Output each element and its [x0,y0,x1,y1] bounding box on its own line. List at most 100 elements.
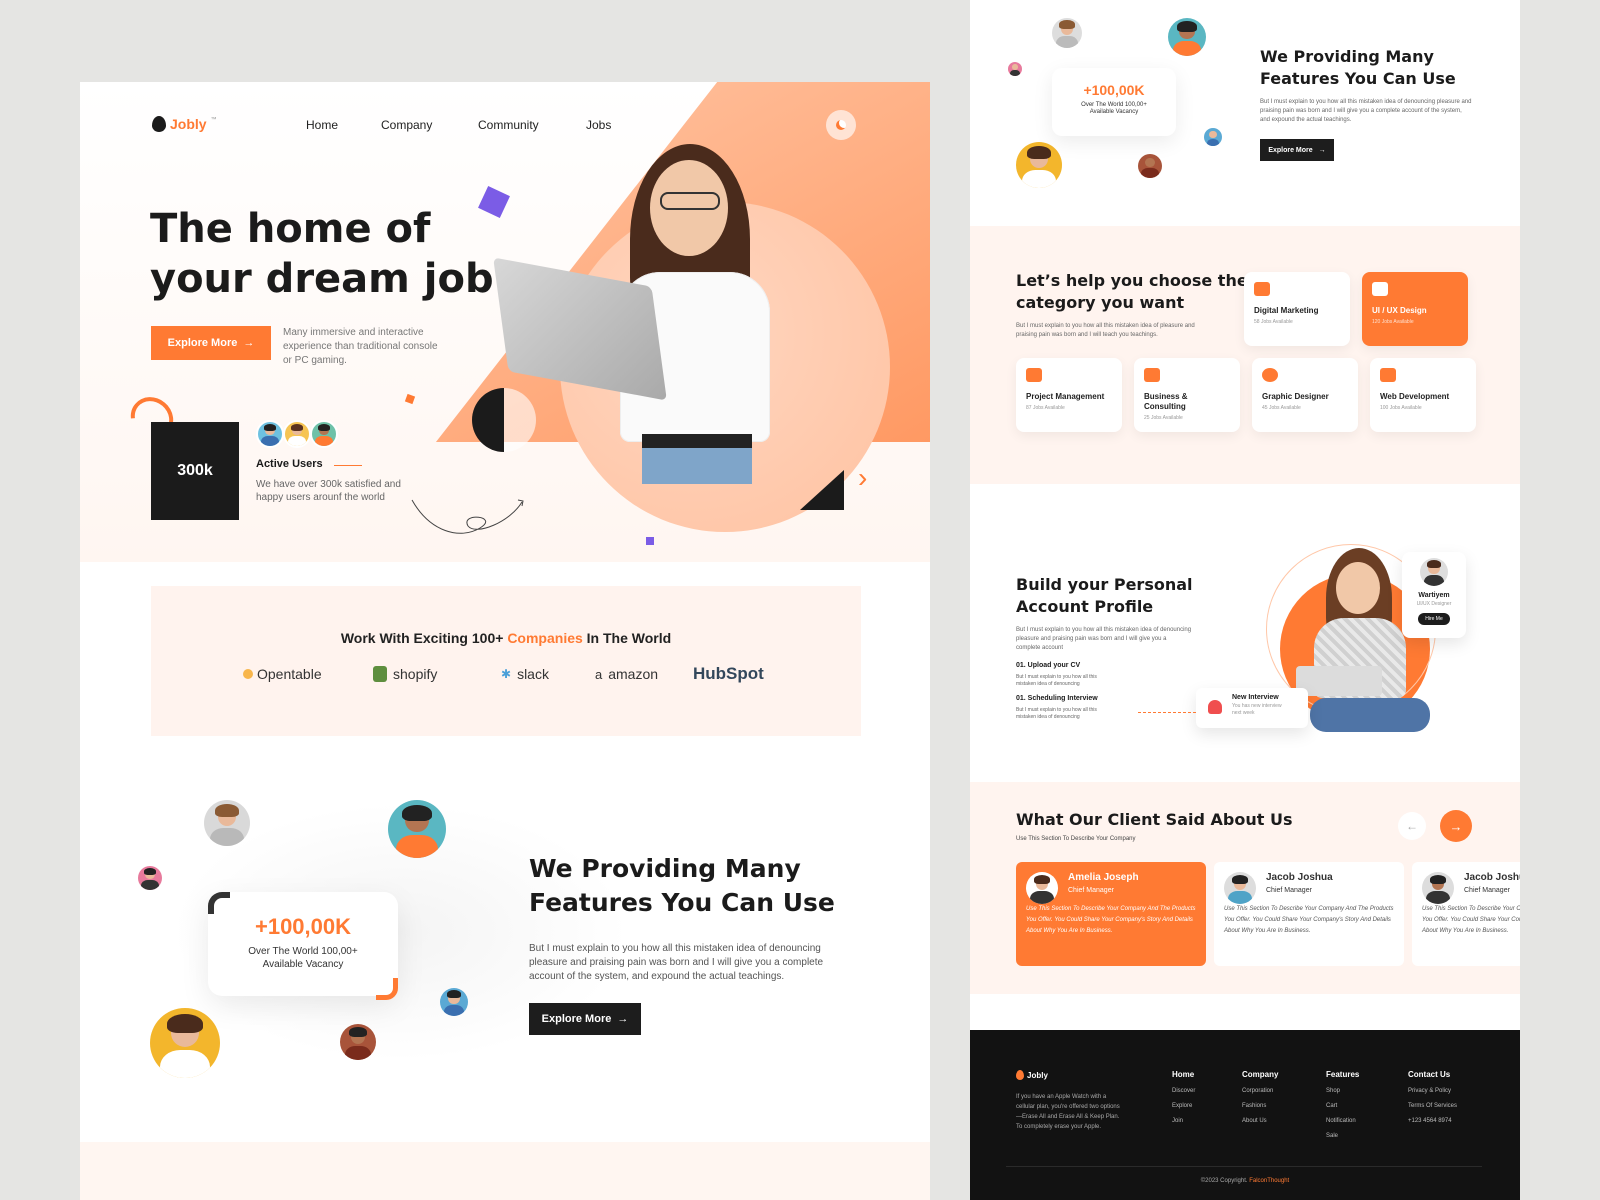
bell-icon [1208,700,1222,714]
r-feature-avatar-2 [1168,18,1206,56]
footer-col-title: Features [1326,1070,1360,1079]
trademark: ™ [210,117,217,123]
testimonials-title: What Our Client Said About Us [1016,810,1293,829]
footer: Jobly If you have an Apple Watch with a … [970,1030,1520,1200]
footer-link[interactable]: Sale [1326,1133,1359,1139]
r-feature-avatar-6 [1138,154,1162,178]
vacancy-text-line1: Over The World 100,00+ [248,946,358,957]
hire-me-button[interactable]: Hire Me [1418,613,1450,625]
category-web-development[interactable]: Web Development 100 Jobs Available [1370,358,1476,432]
jacob-avatar-2 [1422,872,1454,904]
footer-copyright: ©2023 Copyright. FalconThought [970,1178,1520,1184]
footer-link[interactable]: Cart [1326,1103,1359,1109]
footer-link[interactable]: Fashions [1242,1103,1278,1109]
next-section-band [80,1142,930,1200]
logo-opentable: Opentable [243,666,322,682]
category-name: Graphic Designer [1262,392,1329,401]
footer-link[interactable]: About Us [1242,1118,1278,1124]
partners-heading-pre: Work With Exciting 100+ [340,630,508,646]
profile-user-card: Wartiyem UI/UX Designer Hire Me [1402,552,1466,638]
hero-explore-button[interactable]: Explore More → [151,326,271,360]
dashed-connector [1138,712,1196,713]
face [1336,562,1380,614]
nav-community[interactable]: Community [478,118,539,132]
browser-icon [1380,368,1396,382]
features-title-line1: We Providing Many [529,854,801,883]
hero-title-line2: your dream job [150,256,494,302]
arrow-right-icon: → [617,1013,629,1025]
category-name: Business & Consulting [1144,392,1188,411]
next-button[interactable]: → [1440,810,1472,842]
chevron-right-icon[interactable]: › [858,462,867,494]
nav-company[interactable]: Company [381,118,432,132]
r-features-explore-button[interactable]: Explore More → [1260,139,1334,161]
footer-link[interactable]: Shop [1326,1088,1359,1094]
nav-jobs[interactable]: Jobs [586,118,611,132]
interview-notice-card: New Interview You has new interview next… [1196,688,1308,728]
label-underline [334,465,362,466]
notice-text: You has new interview next week [1232,703,1282,716]
stats-value: 300k [177,462,213,479]
hero-title: The home of your dream job [150,204,494,304]
jacob-avatar [1224,872,1256,904]
brand-logo[interactable]: Jobly ™ [152,116,217,132]
category-ui-ux-design[interactable]: UI / UX Design 120 Jobs Available [1362,272,1468,346]
profile-step1-text: But I must explain to you how all this m… [1016,674,1097,687]
category-name: UI / UX Design [1372,306,1427,315]
category-project-management[interactable]: Project Management 87 Jobs Available [1016,358,1122,432]
megaphone-icon [1254,282,1270,296]
r-feature-avatar-3 [1008,62,1022,76]
user-avatar-3 [310,420,338,448]
drop-icon [152,116,166,132]
testimonial-text: Use This Section To Describe Your Compan… [1224,906,1394,934]
footer-link[interactable]: Corporation [1242,1088,1278,1094]
category-jobs: 87 Jobs Available [1026,405,1065,411]
category-name: Project Management [1026,392,1105,401]
logo-amazon-text: amazon [608,666,659,682]
footer-logo[interactable]: Jobly [1016,1070,1048,1080]
arrow-right-icon: → [1318,146,1326,154]
category-digital-marketing[interactable]: Digital Marketing 58 Jobs Available [1244,272,1350,346]
category-name: Digital Marketing [1254,306,1319,315]
footer-link[interactable]: Privacy & Policy [1408,1088,1457,1094]
footer-col-title: Contact Us [1408,1070,1451,1079]
footer-link[interactable]: Explore [1172,1103,1195,1109]
footer-link[interactable]: Notification [1326,1118,1359,1124]
nav-home[interactable]: Home [306,118,338,132]
logo-amazon: a amazon [595,666,658,682]
footer-link[interactable]: Terms Of Services [1408,1103,1457,1109]
prev-button[interactable]: ← [1398,812,1426,840]
category-name: Web Development [1380,392,1450,401]
copyright-brand[interactable]: FalconThought [1249,1178,1289,1184]
brand-name: Jobly [170,116,207,132]
profile-card-name: Wartiyem [1418,592,1450,599]
partners-heading: Work With Exciting 100+ Companies In The… [151,630,861,646]
belt [642,434,752,448]
logo-opentable-text: Opentable [257,666,322,682]
feature-avatar-4 [150,1008,220,1078]
testimonial-card-1: Amelia Joseph Chief Manager Use This Sect… [1016,862,1206,966]
hero-title-line1: The home of [150,206,431,252]
category-business-consulting[interactable]: Business & Consulting 25 Jobs Available [1134,358,1240,432]
footer-link[interactable]: +123 4564 8974 [1408,1118,1457,1124]
profile-title-line1: Build your Personal [1016,575,1193,594]
footer-link[interactable]: Join [1172,1118,1195,1124]
testimonial-role: Chief Manager [1266,887,1312,894]
features-explore-button[interactable]: Explore More → [529,1003,641,1035]
features-title-line2: Features You Can Use [529,888,835,917]
opentable-icon [243,669,253,679]
profile-card-role: UI/UX Designer [1416,601,1452,607]
logo-shopify-text: shopify [393,666,438,682]
arrow-right-icon: → [243,337,255,349]
logo-slack: ✱ slack [501,666,549,682]
r-features-explore-label: Explore More [1268,146,1313,154]
category-graphic-designer[interactable]: Graphic Designer 45 Jobs Available [1252,358,1358,432]
footer-col-features: Features Shop Cart Notification Sale [1326,1070,1359,1139]
theme-toggle-button[interactable] [826,110,856,140]
testimonial-text: Use This Section To Describe Your Compan… [1026,906,1196,934]
palette-icon [1262,368,1278,382]
r-features-title: We Providing Many Features You Can Use [1260,46,1456,90]
corner-decoration-dark [208,892,230,914]
feature-avatar-5 [440,988,468,1016]
footer-link[interactable]: Discover [1172,1088,1195,1094]
